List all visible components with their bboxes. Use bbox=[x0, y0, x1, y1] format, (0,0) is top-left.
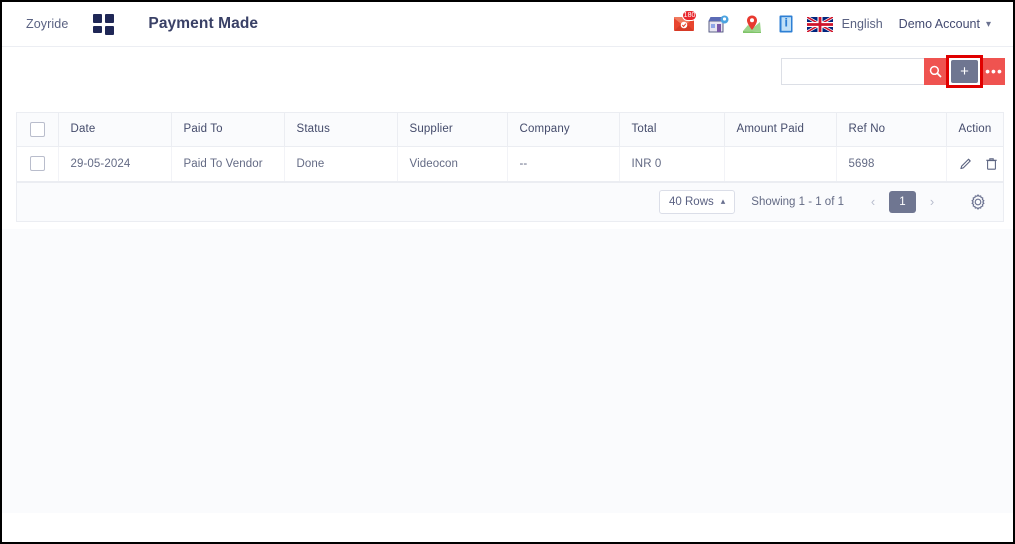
grid-square-2 bbox=[105, 14, 115, 23]
top-navigation-bar: Zoyride Payment Made 180 English Demo Ac… bbox=[2, 2, 1013, 47]
select-all-checkbox[interactable] bbox=[29, 121, 45, 137]
row-select-cell bbox=[17, 146, 59, 182]
chevron-up-icon: ▴ bbox=[720, 196, 726, 206]
language-label[interactable]: English bbox=[842, 17, 883, 31]
map-pin-icon[interactable] bbox=[735, 7, 769, 41]
grid-squares-icon[interactable] bbox=[93, 14, 115, 35]
page-background bbox=[2, 229, 1013, 513]
data-table-card: Date Paid To Status Supplier Company Tot… bbox=[16, 112, 1004, 222]
select-all-cell bbox=[17, 113, 59, 147]
account-name: Demo Account bbox=[898, 17, 980, 31]
add-button-highlight: + bbox=[946, 54, 983, 88]
cell-supplier: Videocon bbox=[397, 146, 508, 182]
rows-per-page-label: 40 Rows bbox=[669, 195, 714, 208]
account-menu[interactable]: Demo Account ▾ bbox=[899, 17, 991, 31]
grid-square-1 bbox=[93, 14, 103, 23]
page-footer-area bbox=[2, 513, 1013, 542]
more-options-button[interactable]: ••• bbox=[983, 57, 1005, 85]
prev-page-button[interactable]: ‹ bbox=[862, 191, 884, 213]
app-window: Zoyride Payment Made 180 English Demo Ac… bbox=[0, 0, 1015, 544]
store-location-icon[interactable] bbox=[701, 7, 735, 41]
grid-square-4 bbox=[105, 26, 115, 35]
info-book-icon[interactable] bbox=[769, 7, 803, 41]
cell-amount-paid bbox=[724, 146, 837, 182]
edit-pencil-icon[interactable] bbox=[959, 157, 973, 171]
table-row[interactable]: 29-05-2024 Paid To Vendor Done Videocon … bbox=[17, 146, 1003, 182]
column-header-supplier[interactable]: Supplier bbox=[397, 113, 508, 147]
row-checkbox[interactable] bbox=[29, 156, 45, 171]
next-page-button[interactable]: › bbox=[921, 191, 943, 213]
column-header-paid-to[interactable]: Paid To bbox=[171, 113, 285, 147]
column-header-ref-no[interactable]: Ref No bbox=[836, 113, 947, 147]
column-header-amount-paid[interactable]: Amount Paid bbox=[724, 113, 837, 147]
page-number-1[interactable]: 1 bbox=[889, 190, 916, 213]
column-header-action: Action bbox=[946, 113, 1003, 147]
cell-actions bbox=[946, 146, 1003, 182]
chevron-down-icon: ▾ bbox=[985, 18, 991, 30]
brand-name: Zoyride bbox=[26, 17, 69, 31]
table-header: Date Paid To Status Supplier Company Tot… bbox=[17, 113, 1003, 147]
mail-envelope-icon[interactable]: 180 bbox=[667, 7, 701, 41]
cell-ref-no: 5698 bbox=[836, 146, 947, 182]
column-header-company[interactable]: Company bbox=[507, 113, 620, 147]
table-toolbar: + ••• bbox=[2, 48, 1013, 94]
gear-icon[interactable] bbox=[967, 191, 989, 213]
cell-status: Done bbox=[284, 146, 398, 182]
rows-per-page-select[interactable]: 40 Rows ▴ bbox=[659, 189, 736, 214]
delete-trash-icon[interactable] bbox=[985, 157, 998, 171]
showing-range-label: Showing 1 - 1 of 1 bbox=[751, 195, 844, 208]
table-body: 29-05-2024 Paid To Vendor Done Videocon … bbox=[17, 146, 1003, 182]
cell-paid-to: Paid To Vendor bbox=[171, 146, 285, 182]
grid-square-3 bbox=[93, 26, 103, 33]
payments-table: Date Paid To Status Supplier Company Tot… bbox=[17, 113, 1003, 182]
column-header-status[interactable]: Status bbox=[284, 113, 398, 147]
table-header-row: Date Paid To Status Supplier Company Tot… bbox=[17, 113, 1003, 147]
topbar-actions: 180 English Demo Account ▾ bbox=[667, 7, 999, 41]
table-footer: 40 Rows ▴ Showing 1 - 1 of 1 ‹ 1 › bbox=[17, 181, 1003, 221]
search-input[interactable] bbox=[781, 57, 924, 85]
search-group bbox=[781, 57, 946, 85]
cell-total: INR 0 bbox=[619, 146, 725, 182]
column-header-date[interactable]: Date bbox=[58, 113, 172, 147]
add-new-button[interactable]: + bbox=[951, 59, 978, 83]
column-header-total[interactable]: Total bbox=[619, 113, 725, 147]
cell-date: 29-05-2024 bbox=[58, 146, 172, 182]
page-title: Payment Made bbox=[148, 15, 259, 32]
cell-company: -- bbox=[507, 146, 620, 182]
search-icon bbox=[929, 65, 942, 78]
uk-flag-icon[interactable] bbox=[803, 7, 837, 41]
search-button[interactable] bbox=[924, 57, 946, 85]
mail-badge-count: 180 bbox=[681, 10, 698, 21]
